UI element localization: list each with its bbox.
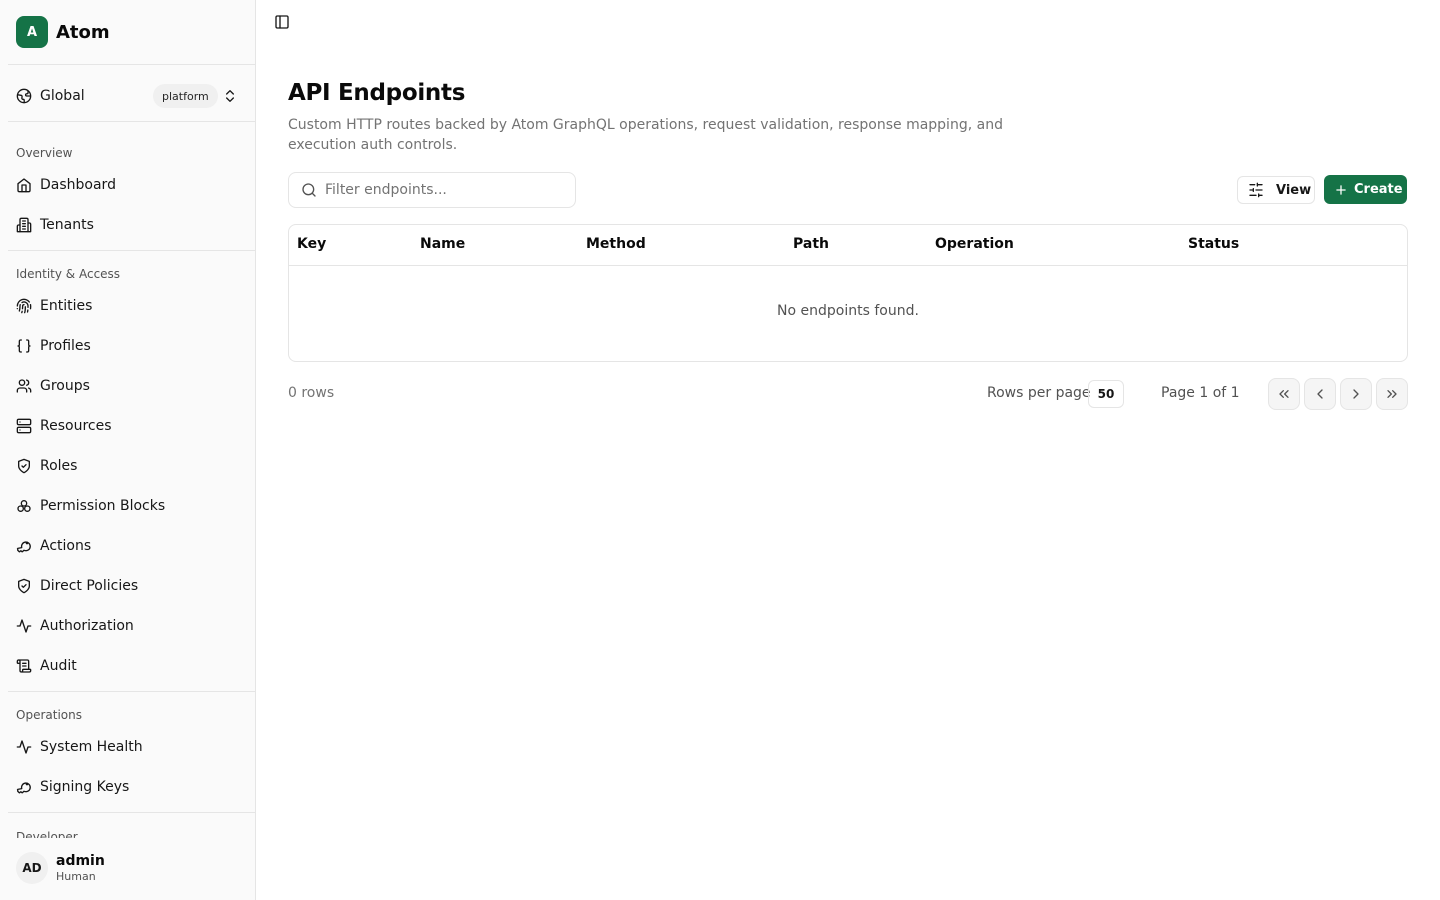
scope-label: Global [40, 88, 85, 104]
search-field[interactable] [288, 172, 576, 208]
user-name: admin [56, 853, 105, 869]
previous-page-button[interactable] [1304, 378, 1336, 410]
empty-state-text: No endpoints found. [777, 303, 919, 319]
endpoints-table: Key Name Method Path Operation Status No… [288, 224, 1408, 362]
page-indicator: Page 1 of 1 [1161, 385, 1240, 401]
fingerprint-icon [16, 298, 32, 314]
nav-group-label-overview: Overview [16, 146, 73, 160]
users-icon [16, 378, 32, 394]
user-menu[interactable]: AD admin Human [8, 844, 248, 892]
divider [8, 64, 255, 65]
server-icon [16, 418, 32, 434]
sidebar-item-label: Permission Blocks [40, 498, 166, 514]
key-icon [16, 779, 32, 795]
sidebar-item-label: Authorization [40, 618, 134, 634]
sidebar-item-label: Direct Policies [40, 578, 139, 594]
chevron-left-icon [1312, 386, 1328, 402]
create-button[interactable]: Create [1324, 175, 1407, 204]
sidebar-item-label: Tenants [40, 217, 94, 233]
sidebar-item-label: Roles [40, 458, 78, 474]
sidebar-item-label: Signing Keys [40, 779, 130, 795]
braces-icon [16, 338, 32, 354]
key-icon [16, 538, 32, 554]
brand-logo: A [16, 16, 48, 48]
next-page-button[interactable] [1340, 378, 1372, 410]
building-icon [16, 217, 32, 233]
rows-per-page-select[interactable]: 50 [1088, 380, 1124, 408]
sidebar-item-audit[interactable]: Audit [8, 650, 248, 682]
sidebar-toggle-button[interactable] [270, 12, 294, 36]
view-button-label: View [1276, 182, 1312, 198]
column-header-status[interactable]: Status [1188, 236, 1239, 252]
activity-icon [16, 739, 32, 755]
search-icon [301, 182, 317, 198]
blocks-icon [16, 498, 32, 514]
scope-badge: platform [153, 84, 218, 108]
sidebar-item-tenants[interactable]: Tenants [8, 209, 248, 241]
sidebar-item-resources[interactable]: Resources [8, 410, 248, 442]
sliders-icon [1248, 182, 1264, 198]
nav-group-label-identity: Identity & Access [16, 267, 121, 281]
home-icon [16, 177, 32, 193]
scroll-icon [16, 658, 32, 674]
user-role: Human [56, 870, 96, 883]
chevrons-right-icon [1384, 386, 1400, 402]
divider [8, 121, 255, 122]
nav-group-label-developer: Developer [16, 830, 78, 838]
sidebar-item-permission-blocks[interactable]: Permission Blocks [8, 490, 248, 522]
brand[interactable]: A Atom [16, 16, 110, 48]
nav-group-label-operations: Operations [16, 708, 82, 722]
search-input[interactable] [325, 182, 555, 198]
plus-icon [1334, 183, 1348, 197]
chevrons-left-icon [1276, 386, 1292, 402]
divider [8, 812, 255, 813]
view-button[interactable]: View [1237, 176, 1315, 204]
divider [8, 250, 255, 251]
sidebar: A Atom Global platform Overview Dashboar… [0, 0, 256, 900]
shield-check-icon [16, 458, 32, 474]
divider [8, 691, 255, 692]
chevron-right-icon [1348, 386, 1364, 402]
brand-name: Atom [56, 21, 110, 43]
create-button-label: Create [1354, 182, 1403, 197]
shield-check-icon [16, 578, 32, 594]
column-header-path[interactable]: Path [793, 236, 829, 252]
column-header-name[interactable]: Name [420, 236, 465, 252]
row-count: 0 rows [288, 385, 335, 401]
page-title: API Endpoints [288, 80, 466, 106]
column-header-operation[interactable]: Operation [935, 236, 1014, 252]
sidebar-item-label: Dashboard [40, 177, 116, 193]
sidebar-item-label: Actions [40, 538, 92, 554]
sidebar-item-label: Audit [40, 658, 77, 674]
sidebar-item-profiles[interactable]: Profiles [8, 330, 248, 362]
column-header-method[interactable]: Method [586, 236, 646, 252]
chevrons-up-down-icon [222, 88, 238, 108]
sidebar-item-label: Entities [40, 298, 93, 314]
activity-icon [16, 618, 32, 634]
sidebar-item-authorization[interactable]: Authorization [8, 610, 248, 642]
sidebar-item-system-health[interactable]: System Health [8, 731, 248, 763]
first-page-button[interactable] [1268, 378, 1300, 410]
avatar: AD [16, 852, 48, 884]
page-description: Custom HTTP routes backed by Atom GraphQ… [288, 117, 1003, 153]
last-page-button[interactable] [1376, 378, 1408, 410]
panel-left-icon [274, 14, 290, 34]
sidebar-item-groups[interactable]: Groups [8, 370, 248, 402]
sidebar-item-entities[interactable]: Entities [8, 290, 248, 322]
globe-icon [16, 88, 32, 104]
sidebar-item-signing-keys[interactable]: Signing Keys [8, 771, 248, 803]
rows-per-page-label: Rows per page [987, 385, 1091, 401]
sidebar-item-label: System Health [40, 739, 143, 755]
column-header-key[interactable]: Key [297, 236, 326, 252]
sidebar-item-actions[interactable]: Actions [8, 530, 248, 562]
sidebar-item-dashboard[interactable]: Dashboard [8, 169, 248, 201]
sidebar-item-direct-policies[interactable]: Direct Policies [8, 570, 248, 602]
table-header: Key Name Method Path Operation Status [289, 225, 1407, 266]
sidebar-item-roles[interactable]: Roles [8, 450, 248, 482]
scope-switcher[interactable]: Global platform [8, 78, 248, 114]
sidebar-item-label: Resources [40, 418, 112, 434]
sidebar-item-label: Groups [40, 378, 90, 394]
sidebar-item-label: Profiles [40, 338, 91, 354]
